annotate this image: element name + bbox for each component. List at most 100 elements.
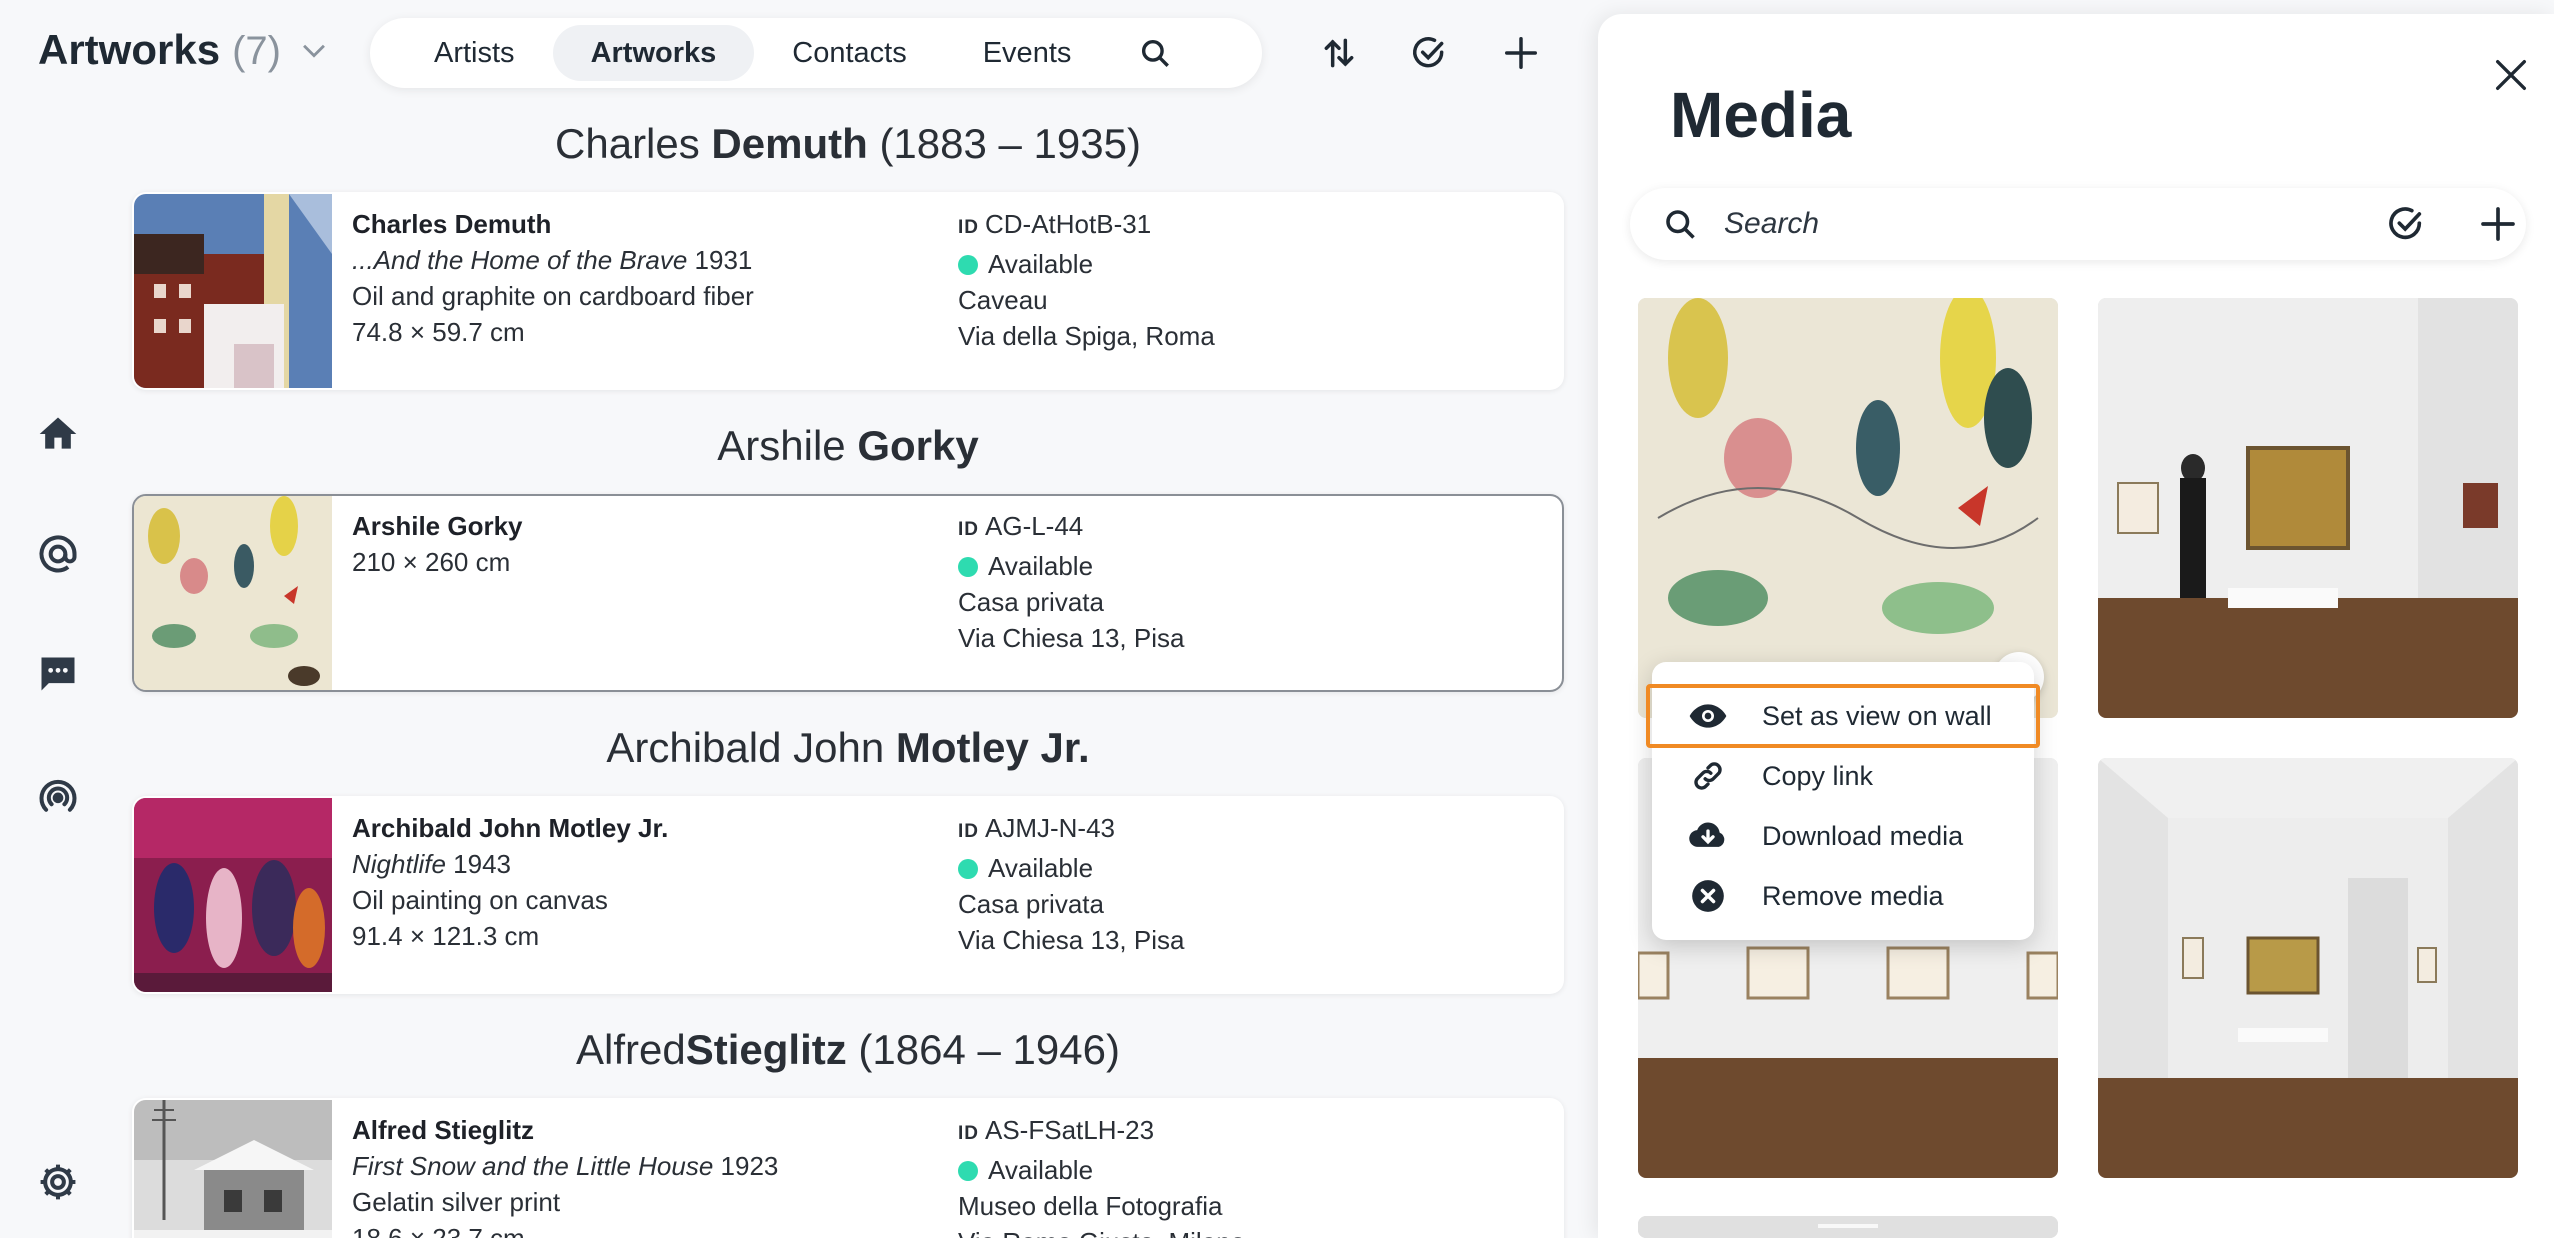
status-dot bbox=[958, 1161, 978, 1181]
panel-title: Media bbox=[1670, 79, 1852, 151]
artwork-medium: Gelatin silver print bbox=[352, 1187, 561, 1217]
menu-item-remove-media[interactable]: Remove media bbox=[1652, 866, 2034, 926]
artist-first-name: Arshile bbox=[717, 422, 846, 469]
artwork-id: AJMJ-N-43 bbox=[985, 813, 1116, 843]
artwork-location: Caveau bbox=[958, 285, 1048, 315]
artwork-artist: Charles Demuth bbox=[352, 209, 552, 239]
artwork-id: AG-L-44 bbox=[985, 511, 1084, 541]
artwork-location: Casa privata bbox=[958, 587, 1104, 617]
artist-first-name: Archibald John bbox=[606, 724, 885, 771]
home-icon[interactable] bbox=[34, 410, 82, 458]
artwork-thumbnail bbox=[134, 194, 332, 388]
broadcast-icon[interactable] bbox=[34, 772, 82, 820]
artwork-year: 1923 bbox=[720, 1151, 779, 1181]
artwork-card[interactable]: Arshile Gorky 210 × 260 cm ID AG-L-44 Ava… bbox=[132, 494, 1564, 692]
artist-last-name: Demuth bbox=[711, 120, 868, 167]
artwork-details: Arshile Gorky 210 × 260 cm bbox=[352, 508, 523, 580]
artist-first-name: Charles bbox=[555, 120, 700, 167]
artist-first-name: Alfred bbox=[576, 1026, 686, 1073]
artwork-thumbnail bbox=[134, 798, 332, 992]
search-icon[interactable] bbox=[1127, 25, 1183, 81]
artist-years: (1883 – 1935) bbox=[879, 120, 1141, 167]
artist-years: (1864 – 1946) bbox=[858, 1026, 1120, 1073]
artwork-location: Museo della Fotografia bbox=[958, 1191, 1223, 1221]
close-icon[interactable] bbox=[2484, 48, 2538, 102]
menu-item-set-view-on-wall[interactable]: Set as view on wall bbox=[1646, 684, 2040, 748]
artwork-artist: Arshile Gorky bbox=[352, 511, 523, 541]
artist-heading: AlfredStieglitz (1864 – 1946) bbox=[132, 1026, 1564, 1074]
artwork-details: Charles Demuth ...And the Home of the Br… bbox=[352, 206, 754, 350]
media-thumbnail[interactable] bbox=[1638, 298, 2058, 718]
tab-events[interactable]: Events bbox=[945, 25, 1110, 81]
artwork-artist: Archibald John Motley Jr. bbox=[352, 813, 669, 843]
select-button[interactable] bbox=[1406, 30, 1452, 76]
menu-item-copy-link[interactable]: Copy link bbox=[1652, 746, 2034, 806]
artwork-size: 74.8 × 59.7 cm bbox=[352, 317, 525, 347]
artist-heading: Archibald John Motley Jr. bbox=[132, 724, 1564, 772]
menu-item-label: Download media bbox=[1762, 820, 1964, 851]
page-title: Artworks bbox=[38, 26, 221, 73]
artwork-thumbnail bbox=[134, 1100, 332, 1238]
sort-button[interactable] bbox=[1316, 30, 1362, 76]
menu-item-label: Remove media bbox=[1762, 880, 1944, 911]
menu-item-label: Set as view on wall bbox=[1762, 700, 1992, 731]
artist-last-name: Stieglitz bbox=[685, 1026, 847, 1073]
artwork-artist: Alfred Stieglitz bbox=[352, 1115, 535, 1145]
artwork-address: Via Chiesa 13, Pisa bbox=[958, 925, 1185, 955]
artwork-details: Alfred Stieglitz First Snow and the Litt… bbox=[352, 1112, 778, 1238]
menu-item-label: Copy link bbox=[1762, 760, 1874, 791]
at-icon[interactable] bbox=[34, 530, 82, 578]
artwork-card[interactable]: Charles Demuth ...And the Home of the Br… bbox=[132, 192, 1564, 390]
tab-artists[interactable]: Artists bbox=[396, 25, 553, 81]
media-thumbnail[interactable] bbox=[2098, 758, 2518, 1178]
left-rail bbox=[0, 0, 120, 1238]
item-count: (7) bbox=[232, 29, 281, 73]
plus-icon[interactable] bbox=[2478, 204, 2518, 244]
artwork-title: First Snow and the Little House bbox=[352, 1151, 714, 1181]
artwork-address: Via Chiesa 13, Pisa bbox=[958, 623, 1185, 653]
artwork-id: CD-AtHotB-31 bbox=[985, 209, 1152, 239]
main-nav-tabs: Artists Artworks Contacts Events bbox=[370, 18, 1262, 88]
status-dot bbox=[958, 557, 978, 577]
media-context-menu: Set as view on wall Copy link Download m… bbox=[1646, 662, 2040, 940]
artwork-details: Archibald John Motley Jr. Nightlife 1943… bbox=[352, 810, 668, 954]
tab-contacts[interactable]: Contacts bbox=[754, 25, 944, 81]
status-dot bbox=[958, 255, 978, 275]
artwork-size: 91.4 × 121.3 cm bbox=[352, 921, 540, 951]
artwork-inventory: ID CD-AtHotB-31 Available Caveau Via dell… bbox=[958, 206, 1215, 354]
artwork-inventory: ID AJMJ-N-43 Available Casa privata Via C… bbox=[958, 810, 1184, 958]
menu-item-download-media[interactable]: Download media bbox=[1652, 806, 2034, 866]
id-label: ID bbox=[958, 821, 979, 842]
cloud-download-icon bbox=[1688, 816, 1728, 856]
artwork-location: Casa privata bbox=[958, 889, 1104, 919]
artwork-medium: Oil painting on canvas bbox=[352, 885, 608, 915]
check-circle-icon bbox=[1413, 37, 1444, 68]
artwork-card[interactable]: Alfred Stieglitz First Snow and the Litt… bbox=[132, 1098, 1564, 1238]
media-thumbnail[interactable] bbox=[1638, 1216, 2058, 1238]
artist-last-name: Motley Jr. bbox=[895, 724, 1090, 771]
add-button[interactable] bbox=[1498, 30, 1544, 76]
chevron-down-icon[interactable] bbox=[297, 33, 331, 67]
settings-icon[interactable] bbox=[34, 1158, 82, 1206]
id-label: ID bbox=[958, 217, 979, 238]
artwork-title: Nightlife bbox=[352, 849, 446, 879]
status-text: Available bbox=[988, 249, 1094, 279]
id-label: ID bbox=[958, 519, 979, 540]
id-label: ID bbox=[958, 1123, 979, 1144]
artwork-card[interactable]: Archibald John Motley Jr. Nightlife 1943… bbox=[132, 796, 1564, 994]
artwork-title: ...And the Home of the Brave bbox=[352, 245, 688, 275]
media-thumbnail[interactable] bbox=[2098, 298, 2518, 718]
media-search-input[interactable] bbox=[1724, 198, 2344, 250]
chat-icon[interactable] bbox=[34, 650, 82, 698]
page-title-group[interactable]: Artworks (7) bbox=[38, 26, 331, 74]
artist-heading: Charles Demuth (1883 – 1935) bbox=[132, 120, 1564, 168]
artwork-year: 1943 bbox=[453, 849, 512, 879]
artist-last-name: Gorky bbox=[857, 422, 979, 469]
sort-arrows-icon bbox=[1324, 38, 1354, 68]
tab-artworks[interactable]: Artworks bbox=[552, 25, 755, 81]
remove-circle-icon bbox=[1688, 876, 1728, 916]
artwork-size: 210 × 260 cm bbox=[352, 547, 511, 577]
check-circle-icon[interactable] bbox=[2386, 204, 2426, 244]
status-dot bbox=[958, 859, 978, 879]
status-text: Available bbox=[988, 1155, 1094, 1185]
